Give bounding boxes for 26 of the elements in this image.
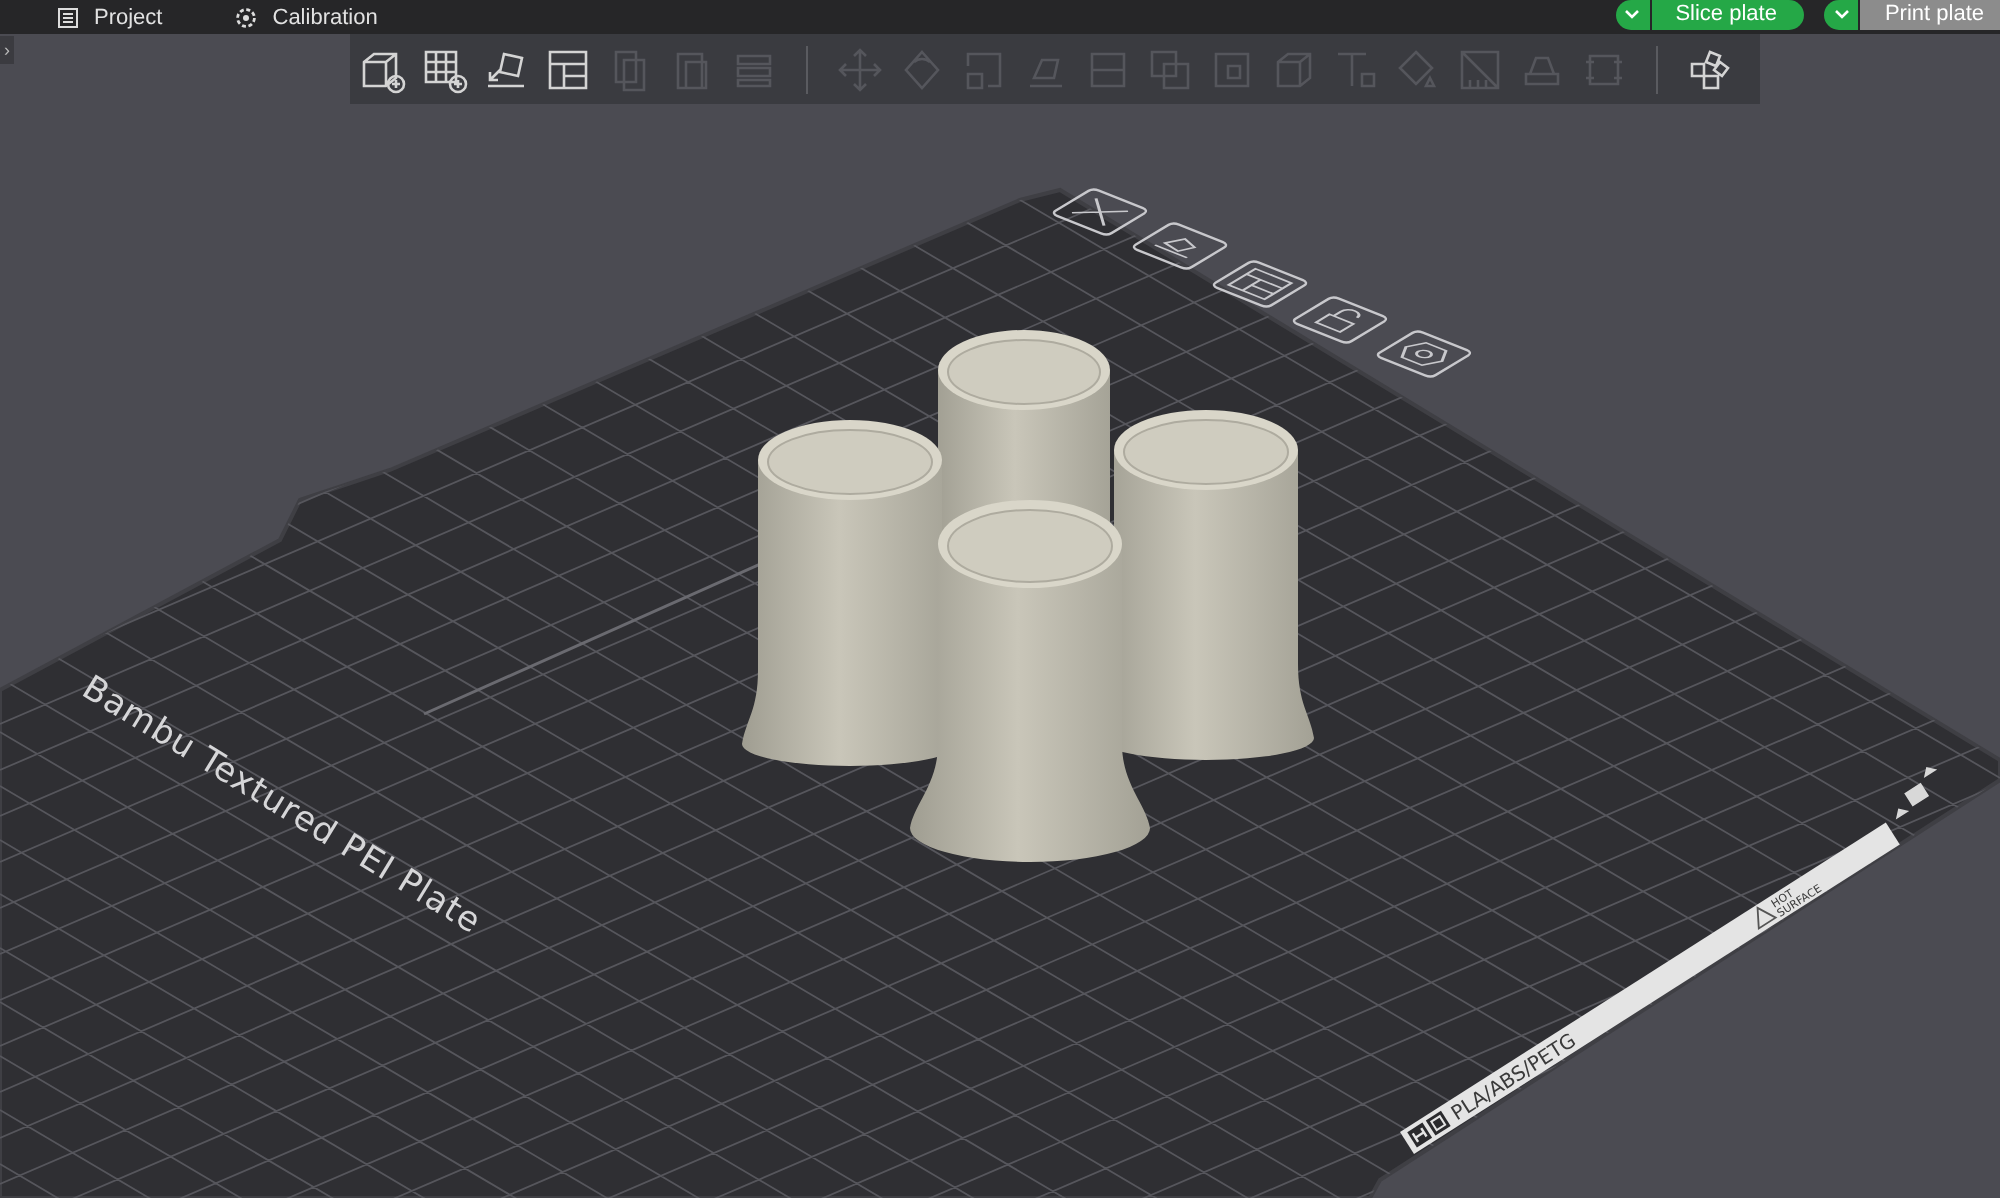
bed-orientation-icon [1895,767,1938,820]
project-tab[interactable]: Project [56,5,163,29]
arrange-button[interactable] [1209,259,1311,309]
close-button[interactable] [1049,187,1151,237]
orient-button[interactable] [1129,221,1231,271]
expand-button[interactable]: › [0,36,14,64]
grid-plus-icon [420,45,468,93]
layout-icon [544,45,592,93]
move-icon [836,45,884,93]
settings-button[interactable] [1373,329,1475,379]
warning-icon [1756,906,1778,930]
bed-type-icon [1407,1110,1451,1148]
puzzle-icon [1686,45,1734,93]
caret-icon [1833,8,1850,20]
print-button[interactable]: Print plate [1860,0,2000,29]
caret-icon [1624,8,1641,20]
list-icon [56,5,80,29]
ruler-icon [1456,45,1504,93]
dropdown-button[interactable] [1824,0,1859,29]
gear-icon [234,5,259,29]
overlap-squares-icon [1146,45,1194,93]
slice-button[interactable]: Slice plate [1651,0,1805,29]
calibration-tab[interactable]: Calibration [234,5,378,29]
cups-drawing[interactable] [742,330,1314,862]
dropdown-button[interactable] [1615,0,1650,29]
lock-button[interactable] [1289,295,1391,345]
